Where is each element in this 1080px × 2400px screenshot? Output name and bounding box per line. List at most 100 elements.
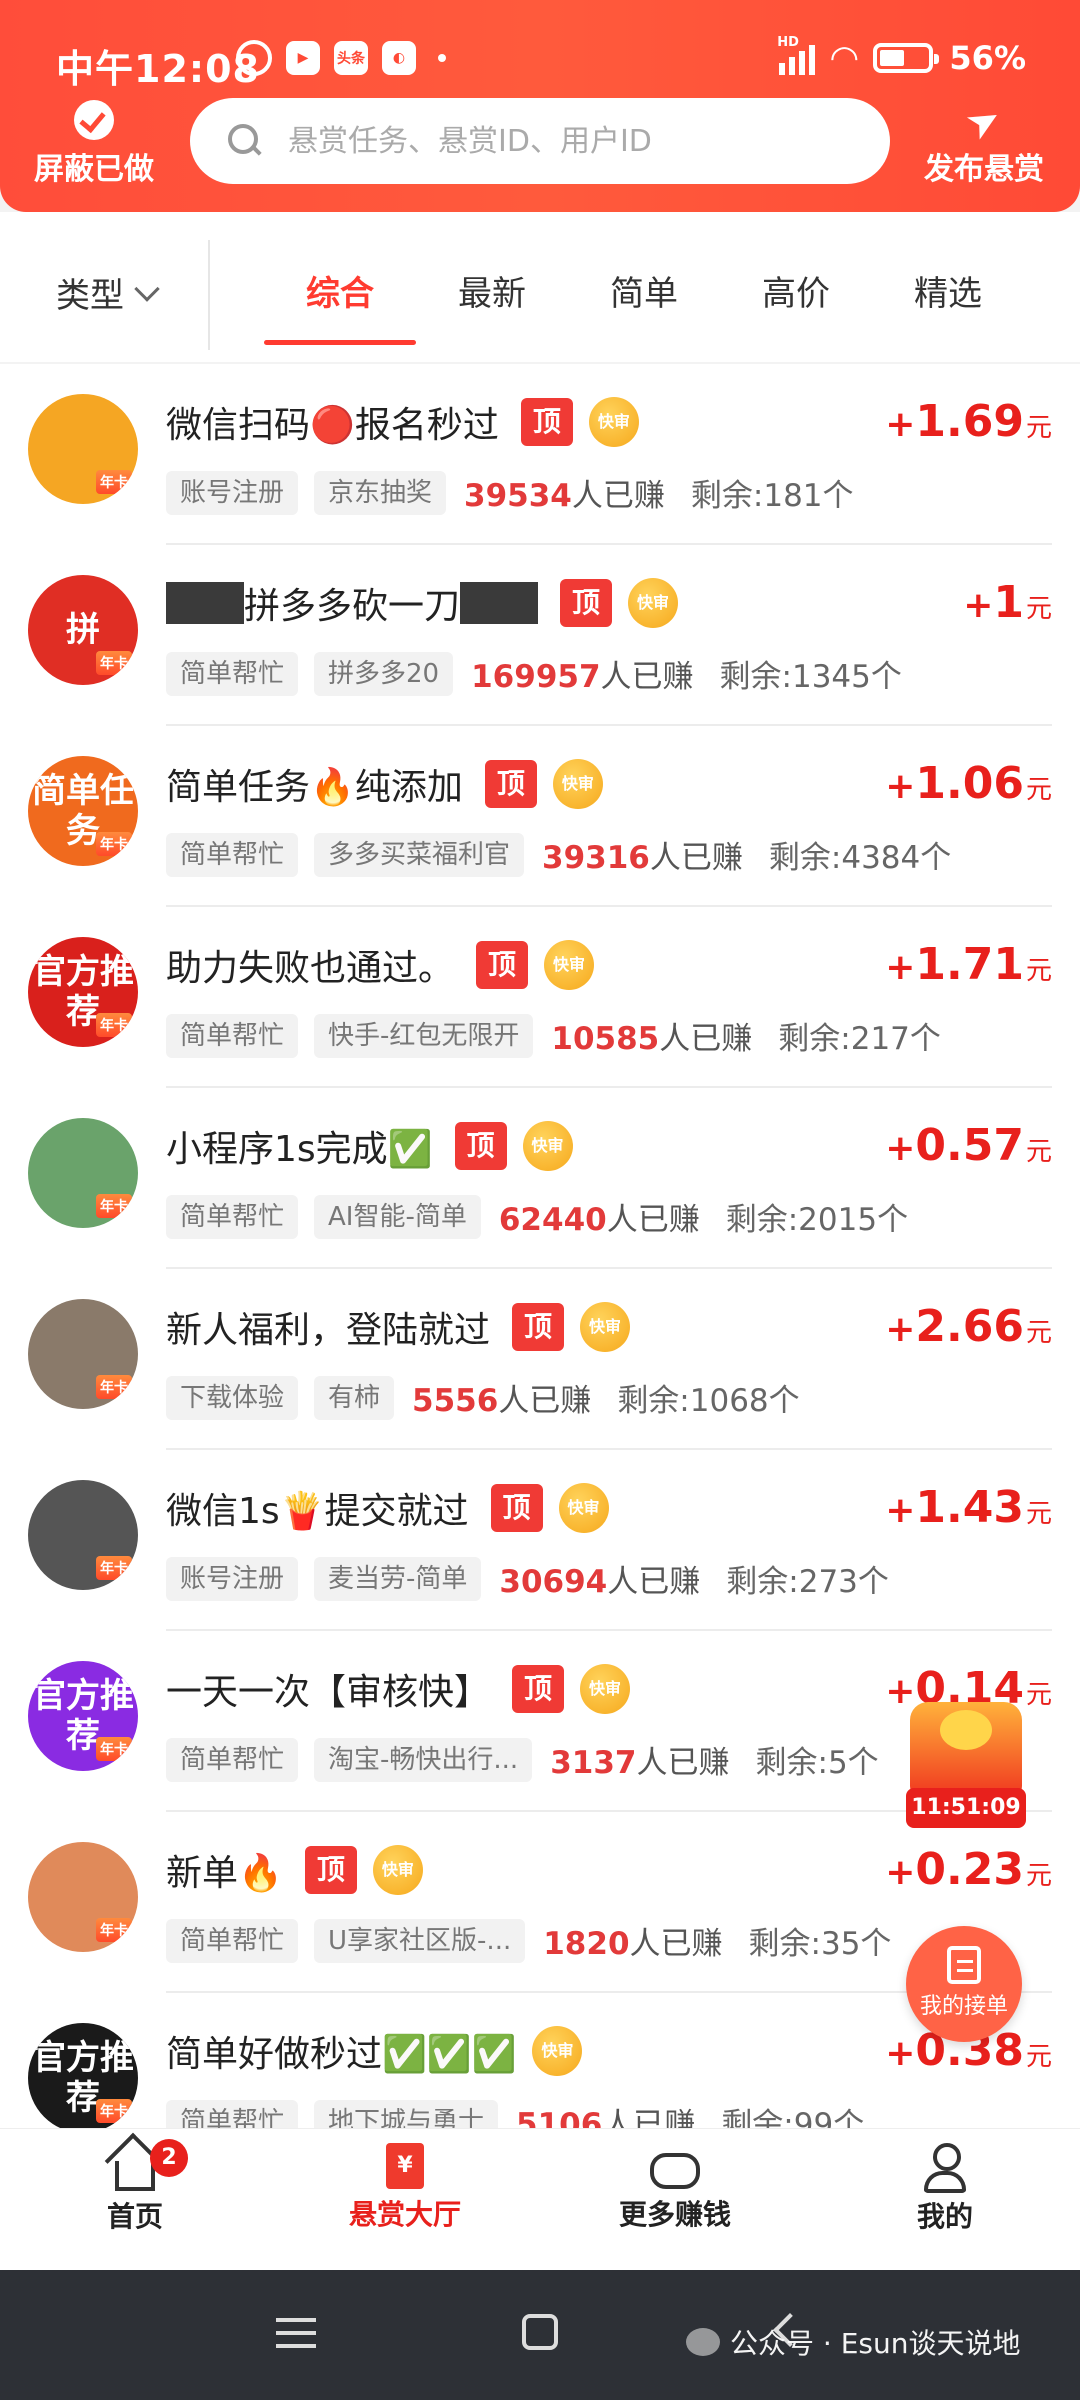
task-row[interactable]: 年卡 微信1s🍟提交就过顶快审 账号注册 麦当劳-简单 30694人已赚 剩余:273个 +… bbox=[0, 1450, 1080, 1631]
plus-sign: + bbox=[885, 766, 916, 807]
annual-card-badge: 年卡 bbox=[96, 1918, 132, 1942]
reward-unit: 元 bbox=[1025, 775, 1052, 805]
annual-card-badge: 年卡 bbox=[96, 651, 132, 675]
earned-count: 5556人已赚 bbox=[412, 1375, 591, 1420]
toutiao-app-icon: 头条 bbox=[334, 41, 368, 75]
nav-yuan[interactable]: ¥ 悬赏大厅 bbox=[270, 2129, 540, 2270]
remain-suffix: 个 bbox=[768, 1383, 800, 1419]
home-button[interactable] bbox=[522, 2314, 558, 2350]
tab-3[interactable]: 高价 bbox=[720, 266, 872, 352]
reward-value: 1.06 bbox=[915, 758, 1024, 809]
remaining-count: 剩余:35个 bbox=[749, 1918, 892, 1963]
annual-card-badge: 年卡 bbox=[96, 1556, 132, 1580]
task-meta: 账号注册 京东抽奖 39534人已赚 剩余:181个 bbox=[166, 470, 854, 515]
red-packet-icon bbox=[910, 1702, 1022, 1798]
video-app-icon: ▶ bbox=[286, 41, 320, 75]
task-list: 年卡 微信扫码🔴报名秒过顶快审 账号注册 京东抽奖 39534人已赚 剩余:181个 +1.… bbox=[0, 364, 1080, 2128]
fast-review-badge: 快审 bbox=[628, 578, 679, 628]
reward-value: 1.71 bbox=[915, 939, 1024, 990]
remain-suffix: 个 bbox=[833, 2107, 865, 2128]
fast-review-badge: 快审 bbox=[588, 397, 639, 447]
redacted-block bbox=[460, 582, 539, 624]
publish-reward-button[interactable]: ➤ 发布悬赏 bbox=[914, 94, 1054, 188]
remain-value: 1068 bbox=[689, 1383, 769, 1419]
task-row[interactable]: 官方推荐 年卡 助力失败也通过。顶快审 简单帮忙 快手-红包无限开 10585人已赚 剩余:… bbox=[0, 907, 1080, 1088]
task-tag: 简单帮忙 bbox=[166, 832, 299, 877]
pinned-badge: 顶 bbox=[512, 1303, 565, 1351]
type-filter-label: 类型 bbox=[56, 276, 124, 316]
task-row[interactable]: 年卡 小程序1s完成✅ 顶快审 简单帮忙 AI智能-简单 62440人已赚 剩余:2015个… bbox=[0, 1088, 1080, 1269]
task-avatar: 官方推荐 年卡 bbox=[28, 937, 138, 1047]
task-title-text: 新人福利，登陆就过 bbox=[166, 1310, 491, 1351]
task-avatar: 简单任务 年卡 bbox=[28, 756, 138, 866]
task-tag: 京东抽奖 bbox=[314, 470, 447, 515]
notification-icons: ▶ 头条 ◐ bbox=[236, 40, 446, 76]
nav-label: 悬赏大厅 bbox=[348, 2198, 461, 2231]
pinned-badge: 顶 bbox=[484, 760, 537, 808]
task-meta: 账号注册 麦当劳-简单 30694人已赚 剩余:273个 bbox=[166, 1556, 889, 1601]
sort-tabs: 综合 最新 简单 高价 精选 bbox=[264, 266, 1024, 352]
type-filter-dropdown[interactable]: 类型 bbox=[56, 268, 160, 317]
task-tag: 账号注册 bbox=[166, 1556, 299, 1601]
tab-2[interactable]: 简单 bbox=[568, 266, 720, 352]
task-reward: +2.66元 bbox=[885, 1301, 1052, 1352]
fast-review-badge: 快审 bbox=[372, 1845, 423, 1895]
pinned-badge: 顶 bbox=[304, 1846, 357, 1894]
reward-unit: 元 bbox=[1025, 1318, 1052, 1348]
status-right: HD ◠ 56% bbox=[777, 35, 1026, 78]
earned-count: 39534人已赚 bbox=[464, 470, 665, 515]
recent-apps-button[interactable] bbox=[276, 2318, 316, 2348]
nav-home[interactable]: 2 首页 bbox=[0, 2129, 270, 2270]
earned-suffix: 人已赚 bbox=[659, 1021, 753, 1057]
blocked-done-button[interactable]: 屏蔽已做 bbox=[26, 100, 162, 188]
search-bar[interactable] bbox=[190, 98, 890, 184]
remaining-count: 剩余:2015个 bbox=[726, 1194, 908, 1239]
nav-user[interactable]: 我的 bbox=[810, 2129, 1080, 2270]
task-tag: 淘宝-畅快出行... bbox=[314, 1737, 533, 1782]
fast-review-badge: 快审 bbox=[544, 940, 595, 990]
tab-0[interactable]: 综合 bbox=[264, 266, 416, 352]
nav-label: 更多赚钱 bbox=[618, 2198, 731, 2231]
task-row[interactable]: 简单任务 年卡 简单任务🔥纯添加顶快审 简单帮忙 多多买菜福利官 39316人已赚 剩余:4… bbox=[0, 726, 1080, 907]
reward-unit: 元 bbox=[1025, 2042, 1052, 2072]
task-tag: AI智能-简单 bbox=[314, 1194, 481, 1239]
nav-gamepad[interactable]: 更多赚钱 bbox=[540, 2129, 810, 2270]
task-reward: +1元 bbox=[963, 577, 1052, 628]
remaining-count: 剩余:273个 bbox=[726, 1556, 889, 1601]
plus-sign: + bbox=[885, 1852, 916, 1893]
remaining-count: 剩余:217个 bbox=[778, 1013, 941, 1058]
task-title-text: 新单🔥 bbox=[166, 1853, 283, 1894]
task-avatar: 年卡 bbox=[28, 1299, 138, 1409]
tab-4[interactable]: 精选 bbox=[872, 266, 1024, 352]
task-title-text: 简单好做秒过✅✅✅ bbox=[166, 2034, 517, 2075]
earned-count: 1820人已赚 bbox=[543, 1918, 722, 1963]
earned-suffix: 人已赚 bbox=[571, 478, 665, 514]
earned-number: 10585 bbox=[551, 1021, 660, 1057]
task-row[interactable]: 年卡 微信扫码🔴报名秒过顶快审 账号注册 京东抽奖 39534人已赚 剩余:181个 +1.… bbox=[0, 364, 1080, 545]
clipboard-icon bbox=[947, 1946, 981, 1984]
redacted-block bbox=[166, 582, 244, 624]
earned-suffix: 人已赚 bbox=[629, 1926, 723, 1962]
task-meta: 简单帮忙 淘宝-畅快出行... 3137人已赚 剩余:5个 bbox=[166, 1737, 879, 1782]
annual-card-badge: 年卡 bbox=[96, 470, 132, 494]
tab-1[interactable]: 最新 bbox=[416, 266, 568, 352]
red-packet-widget[interactable]: 11:51:09 bbox=[906, 1702, 1026, 1832]
status-bar: 中午12:08 ▶ 头条 ◐ HD ◠ 56% bbox=[0, 0, 1080, 92]
task-row[interactable]: 拼年卡 拼多多砍一刀 顶快审 简单帮忙 拼多多20 169957人已赚 剩余:1345个 +1… bbox=[0, 545, 1080, 726]
plus-sign: + bbox=[963, 585, 994, 626]
earned-count: 10585人已赚 bbox=[551, 1013, 752, 1058]
remain-suffix: 个 bbox=[822, 478, 854, 514]
my-orders-button[interactable]: 我的接单 bbox=[906, 1926, 1022, 2042]
filter-bar: 类型 综合 最新 简单 高价 精选 bbox=[0, 212, 1080, 362]
gamepad-icon bbox=[650, 2153, 700, 2189]
task-avatar: 年卡 bbox=[28, 1480, 138, 1590]
reward-value: 0.57 bbox=[915, 1120, 1024, 1171]
search-input[interactable] bbox=[288, 123, 848, 159]
task-title-text: 微信扫码🔴报名秒过 bbox=[166, 405, 499, 446]
task-tag: 快手-红包无限开 bbox=[314, 1013, 534, 1058]
remain-prefix: 剩余: bbox=[768, 840, 842, 876]
search-icon bbox=[228, 124, 262, 158]
fast-review-badge: 快审 bbox=[552, 759, 603, 809]
task-meta: 简单帮忙 U享家社区版-... 1820人已赚 剩余:35个 bbox=[166, 1918, 891, 1963]
task-row[interactable]: 年卡 新人福利，登陆就过顶快审 下载体验 有柿 5556人已赚 剩余:1068个 +2.66… bbox=[0, 1269, 1080, 1450]
